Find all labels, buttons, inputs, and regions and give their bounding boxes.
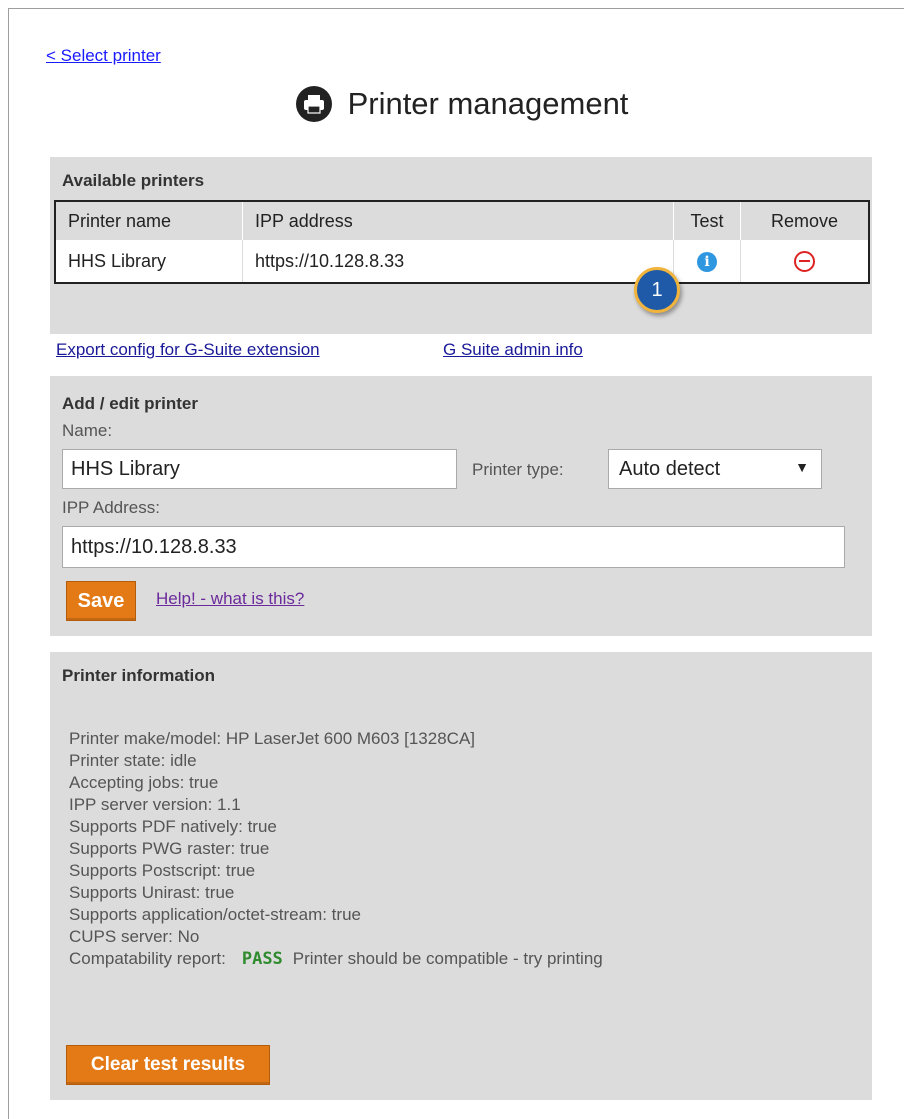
name-label: Name: [62, 421, 113, 440]
info-icon[interactable]: i [697, 252, 717, 272]
column-header-ipp-address: IPP address [242, 201, 674, 240]
printer-information-title: Printer information [62, 666, 216, 685]
page-header: Printer management [0, 86, 904, 122]
compat-label: Compatability report: [69, 949, 226, 968]
name-input[interactable] [62, 449, 457, 489]
info-line: IPP server version: 1.1 [69, 795, 241, 814]
help-link[interactable]: Help! - what is this? [156, 589, 304, 609]
printer-info-list: Printer make/model: HP LaserJet 600 M603… [69, 728, 603, 970]
dropdown-arrow-icon: ▼ [795, 459, 809, 475]
save-button[interactable]: Save [66, 581, 136, 621]
printer-information-panel: Printer information Printer make/model: … [50, 652, 872, 1100]
info-line: Supports Unirast: true [69, 883, 235, 902]
info-line: Supports PDF natively: true [69, 817, 277, 836]
select-printer-link[interactable]: < Select printer [46, 46, 161, 66]
add-edit-printer-panel: Add / edit printer Name: Printer type: A… [50, 376, 872, 636]
ipp-address-cell: https://10.128.8.33 [242, 240, 674, 283]
ipp-address-input[interactable] [62, 526, 845, 568]
info-line: Printer make/model: HP LaserJet 600 M603… [69, 729, 476, 748]
printer-type-value: Auto detect [619, 457, 721, 480]
remove-icon[interactable] [794, 250, 815, 272]
compat-message: Printer should be compatible - try print… [292, 949, 603, 968]
printer-name-cell[interactable]: HHS Library [55, 240, 243, 283]
clear-test-results-button[interactable]: Clear test results [66, 1045, 270, 1085]
printer-type-select[interactable]: Auto detect ▼ [608, 449, 822, 489]
test-cell: i [673, 240, 741, 283]
table-row[interactable]: HHS Library https://10.128.8.33 i [55, 240, 870, 283]
info-line: Printer state: idle [69, 751, 197, 770]
column-header-printer-name: Printer name [55, 201, 243, 240]
column-header-remove: Remove [740, 201, 870, 240]
available-printers-panel: Available printers Printer name IPP addr… [50, 157, 872, 334]
page-title: Printer management [347, 86, 629, 121]
column-header-test: Test [673, 201, 741, 240]
info-line: Supports application/octet-stream: true [69, 905, 361, 924]
available-printers-title: Available printers [62, 171, 205, 190]
gsuite-admin-info-link[interactable]: G Suite admin info [443, 340, 583, 360]
printers-table: Printer name IPP address Test Remove HHS… [54, 200, 870, 284]
info-line: Supports Postscript: true [69, 861, 256, 880]
printer-type-label: Printer type: [472, 460, 564, 479]
remove-cell [740, 240, 870, 283]
info-line: CUPS server: No [69, 927, 200, 946]
step-marker-badge: 1 [634, 267, 680, 313]
table-header-row: Printer name IPP address Test Remove [55, 201, 870, 240]
export-config-link[interactable]: Export config for G-Suite extension [56, 340, 320, 360]
add-edit-printer-title: Add / edit printer [62, 394, 198, 413]
info-line: Accepting jobs: true [69, 773, 219, 792]
compat-status-badge: PASS [241, 949, 283, 969]
compatibility-report: Compatability report: PASS Printer should … [69, 948, 603, 970]
printer-icon [295, 86, 332, 122]
info-line: Supports PWG raster: true [69, 839, 270, 858]
ipp-address-label: IPP Address: [62, 498, 160, 517]
